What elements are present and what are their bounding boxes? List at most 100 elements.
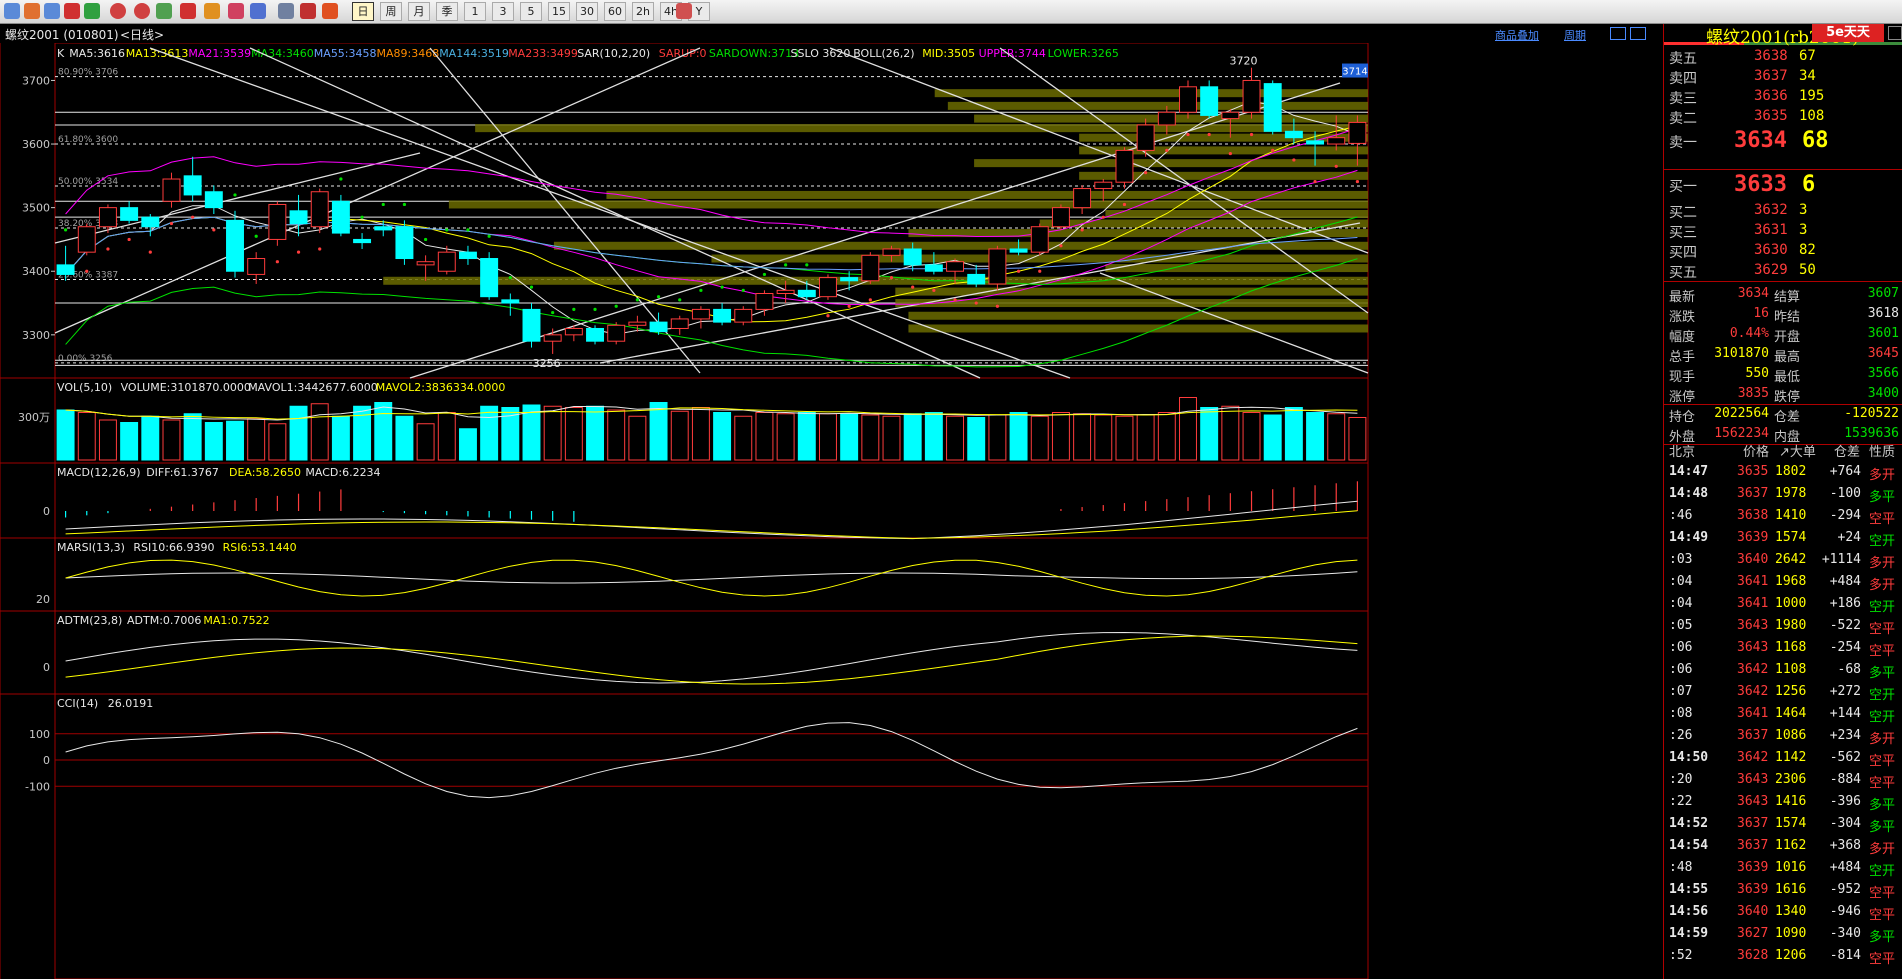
back-icon[interactable] xyxy=(4,3,20,19)
tick-row[interactable]: :04 3641 1000 +186 空开 xyxy=(1664,594,1902,615)
tick-row[interactable]: :06 3642 1108 -68 多平 xyxy=(1664,660,1902,681)
bid-label: 买一 xyxy=(1669,179,1697,195)
tick-icon[interactable] xyxy=(322,3,338,19)
ask-volume: 108 xyxy=(1799,108,1825,124)
home-icon[interactable] xyxy=(24,3,40,19)
window-icon[interactable] xyxy=(156,3,172,19)
candle-body xyxy=(649,321,668,333)
candle-body xyxy=(628,321,647,326)
tick-row[interactable]: 14:52 3637 1574 -304 多平 xyxy=(1664,814,1902,835)
bid-level-2[interactable]: 买二 3632 3 xyxy=(1664,200,1902,221)
bid-level-4[interactable]: 买四 3630 82 xyxy=(1664,240,1902,261)
zoom-out-icon[interactable] xyxy=(134,3,150,19)
ask-label: 卖五 xyxy=(1669,51,1697,67)
tick-list-header: 北京 价格 ↗大单 仓差 性质 xyxy=(1669,445,1896,460)
tick-row[interactable]: 14:54 3637 1162 +368 多开 xyxy=(1664,836,1902,857)
adtm-legend: MA1:0.7522 xyxy=(203,614,269,627)
tick-row[interactable]: :06 3643 1168 -254 空平 xyxy=(1664,638,1902,659)
forward-icon[interactable] xyxy=(44,3,60,19)
sar-dot xyxy=(466,228,470,232)
macd-legend: MACD:6.2234 xyxy=(305,466,380,479)
candle-body xyxy=(522,308,541,342)
filter-icon[interactable] xyxy=(228,3,244,19)
panel-menu-icon[interactable] xyxy=(1888,26,1902,40)
period-button-10[interactable]: 2h xyxy=(632,2,654,21)
stop-icon[interactable] xyxy=(64,3,80,19)
candle-body xyxy=(691,308,710,320)
period-button-7[interactable]: 15 xyxy=(548,2,570,21)
tick-row[interactable]: 14:59 3627 1090 -340 多平 xyxy=(1664,924,1902,945)
tick-row[interactable]: 14:48 3637 1978 -100 多平 xyxy=(1664,484,1902,505)
period-link[interactable]: 周期 xyxy=(1564,27,1586,43)
candle-body xyxy=(162,178,181,202)
brush-icon[interactable] xyxy=(204,3,220,19)
tick-row[interactable]: :08 3641 1464 +144 空开 xyxy=(1664,704,1902,725)
legend-item: SSLO 3620 xyxy=(791,47,851,60)
period-button-8[interactable]: 30 xyxy=(576,2,598,21)
tick-row[interactable]: 14:49 3639 1574 +24 空开 xyxy=(1664,528,1902,549)
tick-row[interactable]: 14:50 3642 1142 -562 空平 xyxy=(1664,748,1902,769)
volume-bar xyxy=(776,413,795,461)
tick-row[interactable]: :03 3640 2642 +1114 多开 xyxy=(1664,550,1902,571)
line-chart-icon[interactable] xyxy=(300,3,316,19)
volume-bar xyxy=(861,414,880,461)
macd-tick: 0 xyxy=(43,505,50,518)
sar-dot xyxy=(85,269,89,273)
legend-item: MA34:3460 xyxy=(251,47,314,60)
tick-row[interactable]: :05 3643 1980 -522 空平 xyxy=(1664,616,1902,637)
tick-row[interactable]: :04 3641 1968 +484 多开 xyxy=(1664,572,1902,593)
period-button-1[interactable]: 周 xyxy=(380,2,402,21)
ask-level-3[interactable]: 卖三 3636 195 xyxy=(1664,86,1902,107)
stat-row-6: 持仓 2022564 仓差 -120522 xyxy=(1669,406,1899,425)
period-button-4[interactable]: 1 xyxy=(464,2,486,21)
y-tick-label: 3600 xyxy=(22,138,50,151)
volume-bar xyxy=(416,423,435,461)
candle-body xyxy=(797,289,816,298)
sar-dot xyxy=(487,234,491,238)
volume-bar xyxy=(1136,414,1155,461)
ask-volume: 195 xyxy=(1799,88,1825,104)
volume-bar xyxy=(586,405,604,461)
fib-label: 50.00% 3534 xyxy=(58,177,118,187)
ask-level-5[interactable]: 卖五 3638 67 xyxy=(1664,46,1902,67)
sar-dot xyxy=(296,250,301,254)
list-icon[interactable] xyxy=(278,3,294,19)
period-button-6[interactable]: 5 xyxy=(520,2,542,21)
tick-row[interactable]: 14:47 3635 1802 +764 多开 xyxy=(1664,462,1902,483)
window-split-icon[interactable] xyxy=(1630,27,1646,40)
calendar-icon[interactable] xyxy=(676,3,692,19)
period-button-2[interactable]: 月 xyxy=(408,2,430,21)
overlay-link[interactable]: 商品叠加 xyxy=(1495,27,1539,43)
tick-row[interactable]: :07 3642 1256 +272 空开 xyxy=(1664,682,1902,703)
tick-row[interactable]: :52 3628 1206 -814 空平 xyxy=(1664,946,1902,967)
ask-level-2[interactable]: 卖二 3635 108 xyxy=(1664,106,1902,127)
period-button-3[interactable]: 季 xyxy=(436,2,458,21)
bid-level-3[interactable]: 买三 3631 3 xyxy=(1664,220,1902,241)
period-button-9[interactable]: 60 xyxy=(604,2,626,21)
window-toggle-icon[interactable] xyxy=(1610,27,1626,40)
tick-row[interactable]: :46 3638 1410 -294 空平 xyxy=(1664,506,1902,527)
tick-row[interactable]: :26 3637 1086 +234 多开 xyxy=(1664,726,1902,747)
refresh-icon[interactable] xyxy=(84,3,100,19)
legend-item: MA89:3468 xyxy=(377,47,440,60)
dea-line xyxy=(65,510,1358,539)
kline-chart[interactable]: K MA5:3616 MA13:3613 MA21:3539 MA34:3460 MA55… xyxy=(0,43,1663,979)
tick-row[interactable]: :22 3643 1416 -396 多平 xyxy=(1664,792,1902,813)
ask-level-4[interactable]: 卖四 3637 34 xyxy=(1664,66,1902,87)
period-button-5[interactable]: 3 xyxy=(492,2,514,21)
zoom-in-icon[interactable] xyxy=(110,3,126,19)
volume-bar xyxy=(564,407,583,461)
indicator-icon[interactable] xyxy=(250,3,266,19)
instrument-title: 螺纹2001 (010801) xyxy=(5,28,119,42)
tick-row[interactable]: 14:56 3640 1340 -946 空平 xyxy=(1664,902,1902,923)
tick-row[interactable]: :20 3643 2306 -884 空平 xyxy=(1664,770,1902,791)
vol-legend: MAVOL1:3442677.6000 xyxy=(248,381,378,394)
ask-level-1[interactable]: 卖一 3634 68 xyxy=(1664,128,1902,156)
draw-pen-icon[interactable] xyxy=(180,3,196,19)
volume-bar xyxy=(226,420,244,461)
period-button-0[interactable]: 日 xyxy=(352,2,374,21)
bid-level-5[interactable]: 买五 3629 50 xyxy=(1664,260,1902,281)
bid-level-1[interactable]: 买一 3633 6 xyxy=(1664,172,1902,200)
tick-row[interactable]: 14:55 3639 1616 -952 空平 xyxy=(1664,880,1902,901)
tick-row[interactable]: :48 3639 1016 +484 空开 xyxy=(1664,858,1902,879)
